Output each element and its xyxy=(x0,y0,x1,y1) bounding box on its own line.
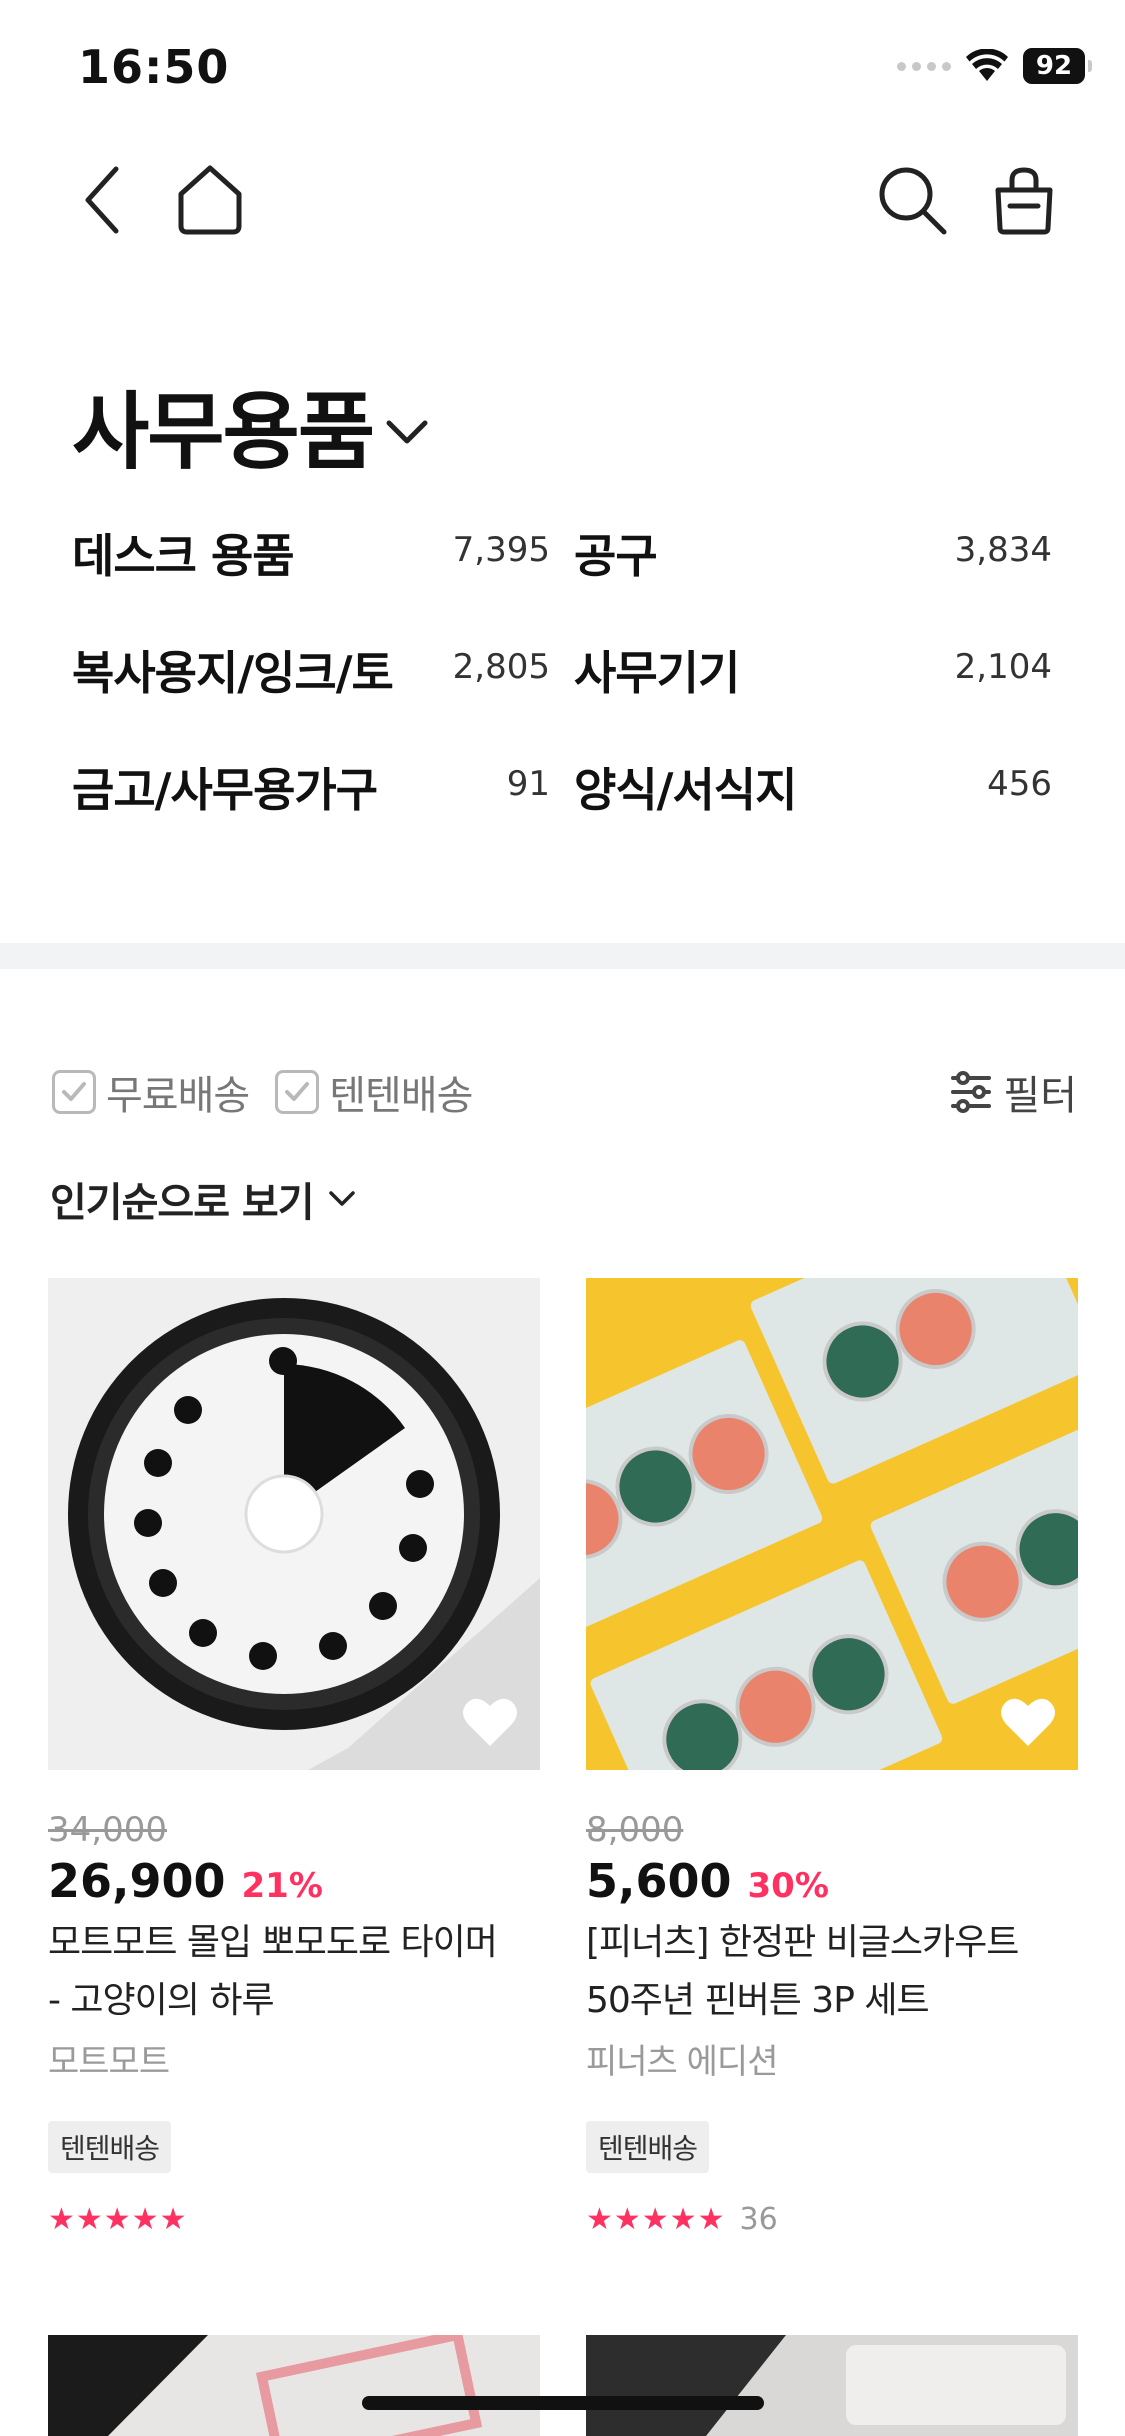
brand-name[interactable]: 피너츠 에디션 xyxy=(586,2034,1078,2083)
home-indicator xyxy=(362,2396,764,2410)
battery-icon: 92 xyxy=(1023,48,1092,84)
subcategory-count: 2,104 xyxy=(954,647,1052,687)
subcategory-count: 456 xyxy=(987,764,1052,804)
checkbox-icon xyxy=(275,1070,320,1114)
product-image[interactable] xyxy=(586,2335,1078,2436)
search-button[interactable] xyxy=(872,160,952,240)
product-name[interactable]: 모트모트 몰입 뽀모도로 타이머 - 고양이의 하루 xyxy=(48,1914,540,2030)
next-product-row xyxy=(48,2335,1078,2436)
filter-button[interactable]: 필터 xyxy=(949,1063,1077,1121)
subcategory-item[interactable]: 금고/사무용가구 91 xyxy=(72,754,550,871)
rating: ★★★★★ xyxy=(48,2201,540,2237)
status-indicators: 92 xyxy=(897,48,1092,84)
chevron-down-icon xyxy=(328,1191,355,1206)
category-title: 사무용품 xyxy=(72,383,375,481)
product-name-line: 모트모트 몰입 뽀모도로 타이머 xyxy=(48,1922,498,1963)
brand-name[interactable]: 모트모트 xyxy=(48,2034,540,2083)
subcategory-name: 공구 xyxy=(574,529,658,583)
price-row: 5,600 30% xyxy=(586,1854,1078,1908)
shopping-bag-icon xyxy=(995,167,1053,235)
sale-price: 5,600 xyxy=(586,1854,732,1908)
search-icon xyxy=(879,167,947,235)
chevron-down-icon xyxy=(386,420,428,443)
sort-label: 인기순으로 보기 xyxy=(50,1180,315,1226)
free-shipping-label: 무료배송 xyxy=(106,1073,250,1119)
subcategory-name: 양식/서식지 xyxy=(574,763,797,817)
product-name[interactable]: [피너츠] 한정판 비글스카우트 50주년 핀버튼 3P 세트 xyxy=(586,1914,1078,2030)
product-image[interactable] xyxy=(48,1278,540,1770)
nav-bar xyxy=(0,150,1125,250)
subcategory-item[interactable]: 복사용지/잉크/토 2,805 xyxy=(72,637,550,754)
subcategory-count: 3,834 xyxy=(954,530,1052,570)
home-icon xyxy=(178,165,242,235)
wishlist-heart-icon[interactable] xyxy=(1000,1696,1056,1748)
status-time: 16:50 xyxy=(78,40,230,94)
sort-dropdown[interactable]: 인기순으로 보기 xyxy=(50,1170,356,1228)
shipping-badge: 텐텐배송 xyxy=(48,2121,172,2173)
subcategory-item[interactable]: 공구 3,834 xyxy=(574,520,1052,637)
cellular-signal-icon xyxy=(897,61,951,71)
product-name-line: 50주년 핀버튼 3P 세트 xyxy=(586,1980,930,2021)
price-row: 26,900 21% xyxy=(48,1854,540,1908)
star-rating-icon: ★★★★★ xyxy=(48,2201,188,2237)
tenten-shipping-checkbox[interactable]: 텐텐배송 xyxy=(275,1063,473,1121)
original-price: 34,000 xyxy=(48,1810,167,1850)
back-button[interactable] xyxy=(62,160,142,240)
subcategory-count: 91 xyxy=(506,764,550,804)
product-card[interactable]: 34,000 26,900 21% 모트모트 몰입 뽀모도로 타이머 - 고양이… xyxy=(48,1278,540,2237)
discount-rate: 21% xyxy=(241,1866,323,1906)
product-name-line: [피너츠] 한정판 비글스카우트 xyxy=(586,1922,1019,1963)
star-rating-icon: ★★★★★ xyxy=(586,2201,726,2237)
subcategory-grid: 데스크 용품 7,395 공구 3,834 복사용지/잉크/토 2,805 사무… xyxy=(72,520,1052,871)
home-button[interactable] xyxy=(170,160,250,240)
status-bar: 16:50 92 xyxy=(0,0,1125,130)
subcategory-item[interactable]: 양식/서식지 456 xyxy=(574,754,1052,871)
subcategory-name: 금고/사무용가구 xyxy=(72,763,378,817)
product-image[interactable] xyxy=(586,1278,1078,1770)
filter-label: 필터 xyxy=(1003,1073,1077,1119)
original-price: 8,000 xyxy=(586,1810,684,1850)
sale-price: 26,900 xyxy=(48,1854,226,1908)
shipping-badge: 텐텐배송 xyxy=(586,2121,710,2173)
subcategory-item[interactable]: 데스크 용품 7,395 xyxy=(72,520,550,637)
cart-button[interactable] xyxy=(984,160,1064,240)
section-divider xyxy=(0,943,1125,969)
discount-rate: 30% xyxy=(747,1866,829,1906)
product-name-line: - 고양이의 하루 xyxy=(48,1980,275,2021)
subcategory-item[interactable]: 사무기기 2,104 xyxy=(574,637,1052,754)
free-shipping-checkbox[interactable]: 무료배송 xyxy=(52,1063,250,1121)
product-image[interactable] xyxy=(48,2335,540,2436)
subcategory-count: 7,395 xyxy=(452,530,550,570)
subcategory-name: 데스크 용품 xyxy=(72,529,295,583)
tenten-shipping-label: 텐텐배송 xyxy=(329,1073,473,1119)
wishlist-heart-icon[interactable] xyxy=(462,1696,518,1748)
wifi-icon xyxy=(966,49,1008,81)
product-card[interactable]: 8,000 5,600 30% [피너츠] 한정판 비글스카우트 50주년 핀버… xyxy=(586,1278,1078,2237)
chevron-left-icon xyxy=(85,166,119,234)
category-selector[interactable]: 사무용품 xyxy=(72,365,429,486)
rating: ★★★★★ 36 xyxy=(586,2201,1078,2237)
battery-level: 92 xyxy=(1035,51,1073,81)
checkbox-icon xyxy=(52,1070,96,1114)
subcategory-name: 사무기기 xyxy=(574,646,740,700)
subcategory-name: 복사용지/잉크/토 xyxy=(72,646,394,700)
subcategory-count: 2,805 xyxy=(452,647,550,687)
review-count: 36 xyxy=(739,2201,778,2237)
sliders-icon xyxy=(951,1071,992,1113)
filter-bar: 무료배송 텐텐배송 필터 xyxy=(52,1060,1077,1124)
